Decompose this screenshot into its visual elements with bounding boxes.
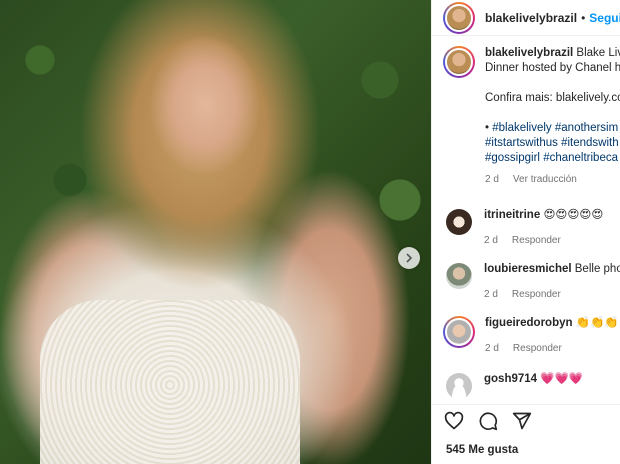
action-bar <box>432 404 620 436</box>
photo-dress-detail <box>40 300 300 464</box>
comment-username[interactable]: itrineitrine <box>484 209 540 221</box>
comment-body: loubieresmichel Belle phot 2 d Responder <box>484 262 620 302</box>
comment: figueiredorobyn 👏👏👏 2 d Responder <box>432 316 620 356</box>
hashtag[interactable]: #anothersim <box>555 122 618 134</box>
reply-button[interactable]: Responder <box>512 235 561 246</box>
avatar[interactable] <box>443 1 475 34</box>
avatar[interactable] <box>443 316 475 348</box>
caption-line2: Dinner hosted by Chanel h <box>485 62 620 74</box>
bullet: • <box>485 122 490 134</box>
reply-button[interactable]: Responder <box>512 289 561 300</box>
caption-line1: Blake Live <box>576 47 620 59</box>
post-photo[interactable] <box>0 0 431 464</box>
caption-line3: Confira mais: blakelively.co <box>485 92 620 104</box>
translate-link[interactable]: Ver traducción <box>513 174 577 185</box>
comment-text: 💗💗💗 <box>540 373 584 385</box>
hashtag[interactable]: #itstartswithus <box>485 137 558 149</box>
follow-button[interactable]: Seguir <box>589 11 620 25</box>
comment-body: figueiredorobyn 👏👏👏 2 d Responder <box>485 316 619 356</box>
post-header: blakelivelybrazil • Seguir <box>432 0 620 36</box>
hashtag[interactable]: #blakelively <box>492 122 551 134</box>
hashtag[interactable]: #itendswith <box>561 137 619 149</box>
comment: loubieresmichel Belle phot 2 d Responder <box>432 262 620 302</box>
default-avatar-icon[interactable] <box>446 373 472 399</box>
avatar[interactable] <box>446 209 472 235</box>
separator-dot: • <box>581 10 586 25</box>
comment-text: 👏👏👏 <box>575 317 619 329</box>
likes-count[interactable]: 545 Me gusta <box>446 444 518 456</box>
caption-time[interactable]: 2 d <box>485 174 499 185</box>
chevron-right-icon <box>406 253 413 263</box>
heart-icon[interactable] <box>444 411 464 431</box>
hashtag[interactable]: #gossipgirl <box>485 152 540 164</box>
comment-time[interactable]: 2 d <box>485 343 499 354</box>
next-photo-button[interactable] <box>398 247 420 269</box>
comment-time[interactable]: 2 d <box>484 289 498 300</box>
comment: gosh9714 💗💗💗 <box>432 372 620 399</box>
comment-text: 😍😍😍😍😍 <box>543 209 604 221</box>
reply-button[interactable]: Responder <box>513 343 562 354</box>
post-username[interactable]: blakelivelybrazil <box>485 11 577 25</box>
caption-text: blakelivelybrazil Blake Live Dinner host… <box>485 46 620 187</box>
comment-icon[interactable] <box>478 411 498 431</box>
caption-username[interactable]: blakelivelybrazil <box>485 47 573 59</box>
comment-body: itrineitrine 😍😍😍😍😍 2 d Responder <box>484 208 603 248</box>
comment-username[interactable]: gosh9714 <box>484 373 537 385</box>
avatar[interactable] <box>443 46 475 78</box>
comment-text: Belle phot <box>574 263 620 275</box>
post-side-panel: blakelivelybrazil • Seguir blakelivelybr… <box>431 0 620 464</box>
hashtag[interactable]: #chaneltribeca <box>543 152 618 164</box>
comment-body: gosh9714 💗💗💗 <box>484 372 583 399</box>
comment-username[interactable]: loubieresmichel <box>484 263 572 275</box>
comment-username[interactable]: figueiredorobyn <box>485 317 573 329</box>
comment: itrineitrine 😍😍😍😍😍 2 d Responder <box>432 208 620 248</box>
caption: blakelivelybrazil Blake Live Dinner host… <box>432 46 620 187</box>
avatar[interactable] <box>446 263 472 289</box>
share-icon[interactable] <box>512 411 532 431</box>
comment-time[interactable]: 2 d <box>484 235 498 246</box>
